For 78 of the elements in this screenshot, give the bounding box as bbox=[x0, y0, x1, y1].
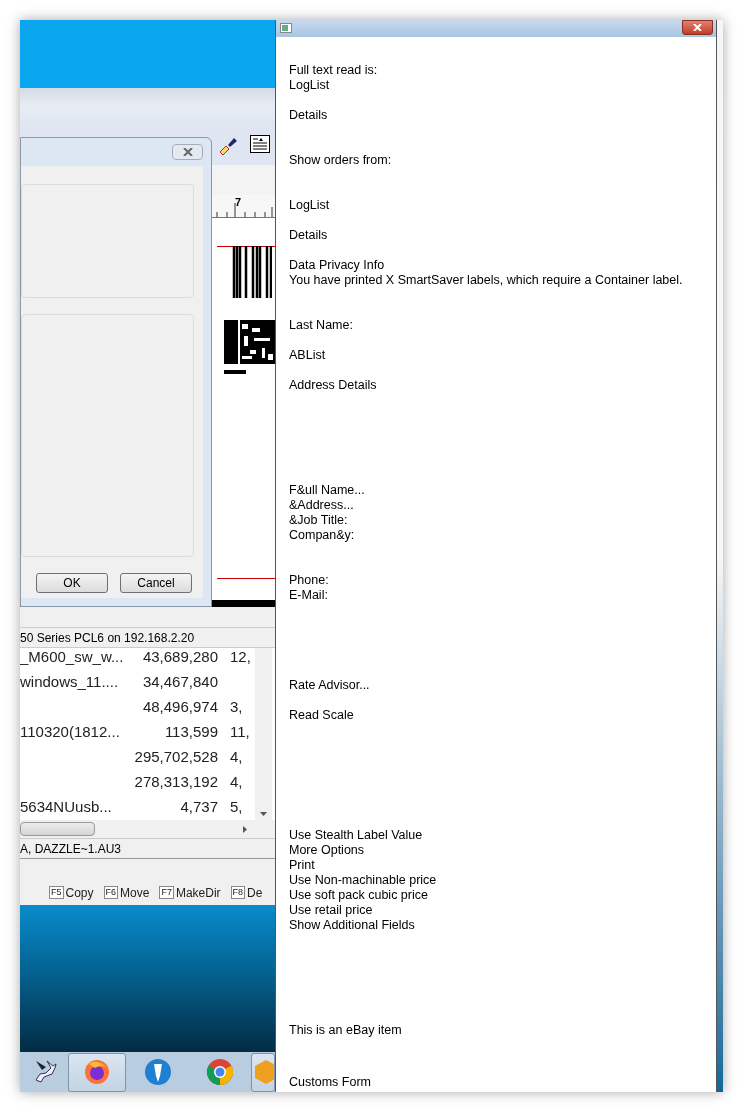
key-action: Move bbox=[120, 884, 150, 902]
globe-icon bbox=[83, 1058, 111, 1086]
file-name[interactable]: _M600_sw_w... bbox=[20, 648, 124, 666]
file-name[interactable]: 110320(1812... bbox=[20, 723, 120, 741]
table-cell: 12, bbox=[230, 648, 251, 666]
ruler-label: 7 bbox=[235, 197, 242, 208]
text-line: Address Details bbox=[289, 378, 377, 393]
file-size: 278,313,192 bbox=[134, 773, 218, 791]
text-line: LogList bbox=[289, 78, 330, 93]
text-line: Last Name: bbox=[289, 318, 353, 333]
text-line: Rate Advisor... bbox=[289, 678, 370, 693]
text-line: Use soft pack cubic price bbox=[289, 888, 428, 903]
close-button[interactable] bbox=[682, 20, 713, 35]
file-size: 43,689,280 bbox=[142, 648, 218, 666]
scroll-down-icon[interactable] bbox=[260, 812, 267, 816]
key-label: F5 bbox=[49, 886, 64, 899]
text-line: Show orders from: bbox=[289, 153, 392, 168]
circle-logo-icon bbox=[206, 1058, 234, 1086]
table-cell: 4, bbox=[230, 773, 243, 791]
taskbar-button[interactable] bbox=[68, 1052, 126, 1092]
key-action: MakeDir bbox=[175, 884, 221, 902]
file-size: 4,737 bbox=[180, 798, 218, 816]
text-line: E-Mail: bbox=[289, 588, 328, 603]
vertical-scrollbar[interactable] bbox=[255, 648, 272, 820]
text-line: Details bbox=[289, 108, 328, 123]
close-button[interactable] bbox=[172, 144, 203, 160]
printer-status: 50 Series PCL6 on 192.168.2.20 bbox=[20, 629, 195, 647]
file-size: 295,702,528 bbox=[134, 748, 218, 766]
ok-button[interactable]: OK bbox=[36, 573, 108, 593]
function-key-button[interactable]: F6 Move bbox=[103, 883, 150, 902]
horizontal-scrollbar[interactable] bbox=[20, 820, 275, 838]
table-cell: 5, bbox=[230, 798, 243, 816]
text-line: &Address... bbox=[289, 498, 354, 513]
function-key-button[interactable]: F5 Copy bbox=[49, 883, 94, 902]
text-line: Use Non-machinable price bbox=[289, 873, 437, 888]
close-icon bbox=[693, 24, 702, 31]
table-cell: 4, bbox=[230, 748, 243, 766]
key-label: F8 bbox=[230, 886, 246, 899]
text-line: Read Scale bbox=[289, 708, 354, 723]
table-cell: 3, bbox=[230, 698, 243, 716]
file-size: 113,599 bbox=[164, 723, 218, 741]
table-cell: 11, bbox=[230, 723, 250, 741]
key-action: Copy bbox=[65, 884, 94, 902]
text-line: Full text read is: bbox=[289, 63, 378, 78]
cancel-button[interactable]: Cancel bbox=[120, 573, 192, 593]
barcode-icon bbox=[232, 246, 272, 298]
key-label: F7 bbox=[159, 886, 174, 899]
text-line: More Options bbox=[289, 843, 365, 858]
text-line: Use Stealth Label Value bbox=[289, 828, 423, 843]
scrollbar-thumb[interactable] bbox=[20, 822, 95, 836]
text-line: Customs Form bbox=[289, 1075, 371, 1090]
text-line: You have printed X SmartSaver labels, which require a Container label. bbox=[289, 273, 683, 288]
text-line: Compan&y: bbox=[289, 528, 355, 543]
text-line: Data Privacy Info bbox=[289, 258, 385, 273]
text-line: F&ull Name... bbox=[289, 483, 365, 498]
scroll-right-icon[interactable] bbox=[243, 825, 247, 833]
text-line: Phone: bbox=[289, 573, 329, 588]
close-icon bbox=[182, 148, 193, 156]
key-action: De bbox=[247, 884, 263, 902]
key-label: F6 bbox=[103, 886, 119, 899]
text-line: Show Additional Fields bbox=[289, 918, 415, 933]
text-line: LogList bbox=[289, 198, 330, 213]
text-line: This is an eBay item bbox=[289, 1023, 402, 1038]
text-line: &Job Title: bbox=[289, 513, 348, 528]
function-key-button[interactable]: F8 De bbox=[230, 883, 263, 902]
text-line: Details bbox=[289, 228, 328, 243]
file-name[interactable]: windows_11.... bbox=[20, 673, 119, 691]
document-icon[interactable] bbox=[249, 134, 271, 156]
file-name[interactable]: 5634NUusb... bbox=[20, 798, 112, 816]
function-key-button[interactable]: F7 MakeDir bbox=[159, 883, 221, 902]
file-size: 48,496,974 bbox=[142, 698, 218, 716]
text-line: ABList bbox=[289, 348, 326, 363]
text-line: Print bbox=[289, 858, 315, 873]
selection-status: A, DAZZLE~1.AU3 bbox=[20, 840, 122, 858]
window-icon bbox=[280, 23, 292, 33]
file-size: 34,467,840 bbox=[142, 673, 218, 691]
pen-nib-icon bbox=[143, 1058, 172, 1086]
text-line: Use retail price bbox=[289, 903, 373, 918]
